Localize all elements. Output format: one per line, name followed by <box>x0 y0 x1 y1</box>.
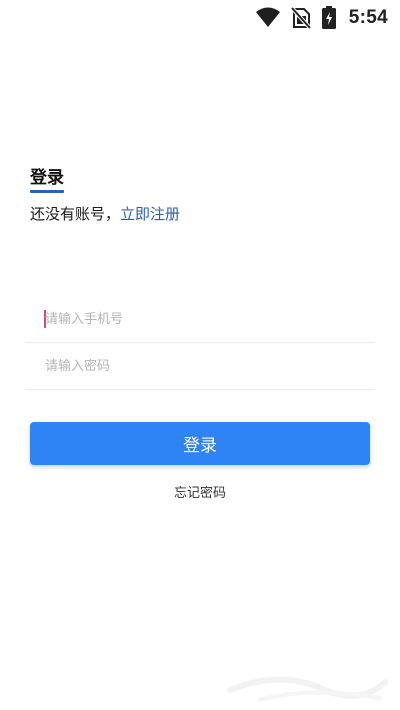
status-time: 5:54 <box>348 7 388 28</box>
no-sim-icon <box>290 6 311 30</box>
register-link[interactable]: 立即注册 <box>120 205 180 223</box>
wifi-icon <box>255 6 281 30</box>
password-input[interactable] <box>45 343 365 389</box>
no-account-text: 还没有账号， <box>30 205 121 223</box>
login-button[interactable]: 登录 <box>30 422 370 465</box>
battery-charging-icon <box>321 6 337 30</box>
password-field-row <box>25 343 375 390</box>
phone-field-row <box>25 296 375 343</box>
forgot-password-link[interactable]: 忘记密码 <box>0 482 400 501</box>
status-bar: 5:54 <box>0 0 400 36</box>
page-title: 登录 <box>30 168 64 193</box>
status-icons: 5:54 <box>255 5 388 31</box>
register-prompt: 还没有账号，立即注册 <box>30 203 180 225</box>
phone-input[interactable] <box>45 296 365 342</box>
decorative-swoosh <box>227 676 388 702</box>
